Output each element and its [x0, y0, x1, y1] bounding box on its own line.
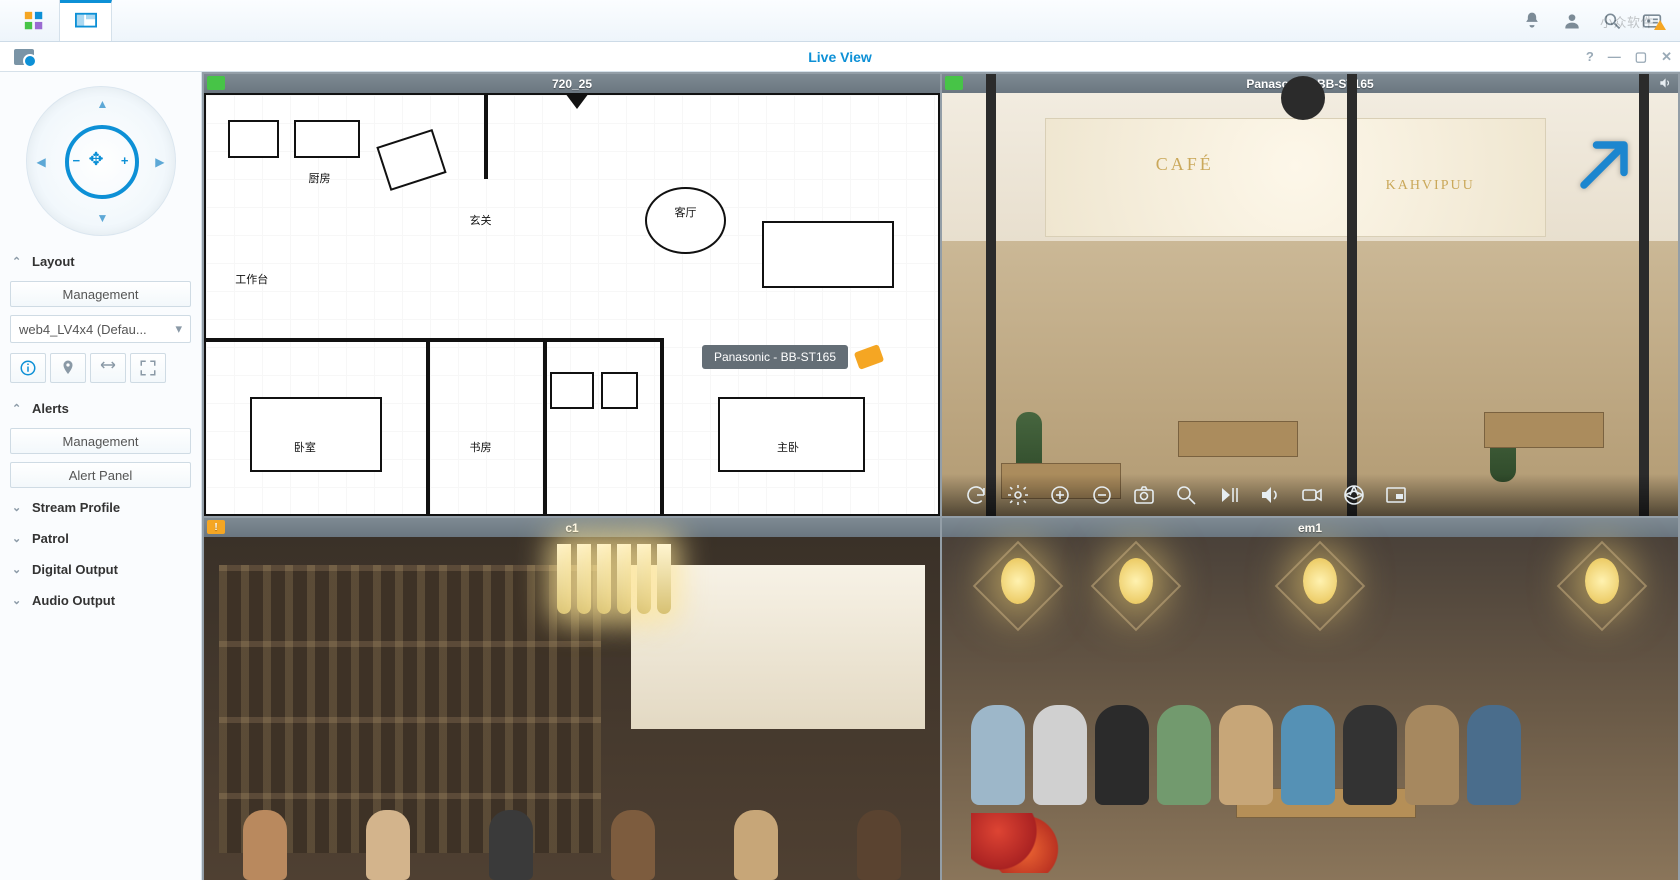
layout-management-button[interactable]: Management: [10, 281, 191, 307]
tile-cafe-toolbar: [942, 474, 1678, 516]
floorplan-label: 卧室: [294, 439, 316, 455]
ptz-right-icon[interactable]: ▶: [155, 155, 164, 169]
toolbar-search-icon[interactable]: [1592, 0, 1632, 41]
cafe-window-text-left: CAFÉ: [1156, 154, 1214, 175]
layout-select-value: web4_LV4x4 (Defau...: [19, 322, 147, 337]
section-patrol-header[interactable]: ⌄Patrol: [0, 523, 201, 554]
camera-feed-cafe: CAFÉ KAHVIPUU: [942, 93, 1678, 516]
ov-magnify-icon[interactable]: [1174, 483, 1198, 507]
tile-cafe[interactable]: Panasonic - BB-ST165 CAFÉ KAHVIPUU: [942, 74, 1678, 516]
status-badge-ok-icon: [207, 76, 225, 90]
section-alerts-header[interactable]: ⌃Alerts: [0, 393, 201, 424]
section-patrol-label: Patrol: [32, 531, 69, 546]
toolbar-notifications-icon[interactable]: [1512, 0, 1552, 41]
tile-floorplan[interactable]: 720_25: [204, 74, 940, 516]
camera-grid: 720_25: [202, 72, 1680, 880]
layout-fullscreen-button[interactable]: [130, 353, 166, 383]
ptz-up-icon[interactable]: ▲: [97, 97, 109, 111]
toolbar-dashboard-button[interactable]: [8, 0, 60, 41]
ov-playpause-icon[interactable]: [1216, 483, 1240, 507]
alerts-panel-button[interactable]: Alert Panel: [10, 462, 191, 488]
ov-record-icon[interactable]: [1300, 483, 1324, 507]
tile-em1-header: em1: [942, 518, 1678, 537]
toolbar-card-icon[interactable]: [1632, 0, 1672, 41]
toolbar-user-icon[interactable]: [1552, 0, 1592, 41]
floorplan-camera-marker[interactable]: Panasonic - BB-ST165: [702, 345, 882, 369]
ov-volume-icon[interactable]: [1258, 483, 1282, 507]
floorplan-label: 主卧: [777, 439, 799, 455]
audio-icon[interactable]: [1658, 76, 1672, 93]
ov-zoom-in-icon[interactable]: [1048, 483, 1072, 507]
overlay-arrow-icon: [1574, 135, 1634, 198]
camera-icon: [854, 344, 885, 370]
camera-feed-em1: [942, 537, 1678, 880]
camera-feed-c1: [204, 537, 940, 880]
section-stream-profile-header[interactable]: ⌄Stream Profile: [0, 492, 201, 523]
tile-c1[interactable]: ! c1: [204, 518, 940, 880]
window-title: Live View: [0, 49, 1680, 65]
floorplan-camera-label: Panasonic - BB-ST165: [702, 345, 848, 369]
tile-em1[interactable]: em1: [942, 518, 1678, 880]
layout-stretch-button[interactable]: [90, 353, 126, 383]
section-digital-output-header[interactable]: ⌄Digital Output: [0, 554, 201, 585]
window-titlebar: Live View ? — ▢ ✕: [0, 42, 1680, 72]
ov-aperture-icon[interactable]: [1342, 483, 1366, 507]
section-layout-header[interactable]: ⌃Layout: [0, 246, 201, 277]
layout-location-button[interactable]: [50, 353, 86, 383]
section-alerts-label: Alerts: [32, 401, 69, 416]
tile-c1-title: c1: [565, 521, 578, 535]
toolbar-warning-icon: [1654, 20, 1666, 30]
ov-pip-icon[interactable]: [1384, 483, 1408, 507]
tile-em1-title: em1: [1298, 521, 1322, 535]
app-toolbar: 小众软件: [0, 0, 1680, 42]
ov-settings-icon[interactable]: [1006, 483, 1030, 507]
chevron-down-icon: ▾: [175, 321, 182, 337]
ov-zoom-out-icon[interactable]: [1090, 483, 1114, 507]
section-digital-output-label: Digital Output: [32, 562, 118, 577]
ptz-left-icon[interactable]: ◀: [37, 155, 46, 169]
ov-refresh-icon[interactable]: [964, 483, 988, 507]
floorplan-label: 书房: [470, 439, 492, 455]
cafe-window-text-right: KAHVIPUU: [1386, 178, 1475, 194]
section-layout-label: Layout: [32, 254, 75, 269]
floorplan-canvas[interactable]: 厨房 玄关 客厅 卧室 主卧 书房 工作台 Panasonic - BB-ST1…: [204, 93, 940, 516]
tile-floorplan-header: 720_25: [204, 74, 940, 93]
ptz-control[interactable]: ▲ ▼ ◀ ▶ − + ✥: [26, 86, 176, 236]
status-badge-ok-icon: [945, 76, 963, 90]
section-audio-output-header[interactable]: ⌄Audio Output: [0, 585, 201, 616]
ptz-down-icon[interactable]: ▼: [97, 211, 109, 225]
ptz-home-icon[interactable]: ✥: [89, 149, 104, 170]
toolbar-liveview-button[interactable]: [60, 0, 112, 41]
floorplan-label: 玄关: [470, 212, 492, 228]
ptz-zoom-in-icon[interactable]: +: [121, 153, 129, 168]
ptz-zoom-out-icon[interactable]: −: [73, 153, 81, 168]
tile-c1-header: ! c1: [204, 518, 940, 537]
floorplan-label: 客厅: [674, 204, 696, 220]
layout-info-button[interactable]: [10, 353, 46, 383]
ov-snapshot-icon[interactable]: [1132, 483, 1156, 507]
sidebar: ▲ ▼ ◀ ▶ − + ✥ ⌃Layout Management web4_LV…: [0, 72, 202, 880]
section-audio-output-label: Audio Output: [32, 593, 115, 608]
status-badge-warn-icon: !: [207, 520, 225, 534]
floorplan-label: 工作台: [235, 271, 268, 287]
layout-select[interactable]: web4_LV4x4 (Defau... ▾: [10, 315, 191, 343]
alerts-management-button[interactable]: Management: [10, 428, 191, 454]
tile-floorplan-title: 720_25: [552, 77, 592, 91]
floorplan-label: 厨房: [308, 170, 330, 186]
section-stream-profile-label: Stream Profile: [32, 500, 120, 515]
